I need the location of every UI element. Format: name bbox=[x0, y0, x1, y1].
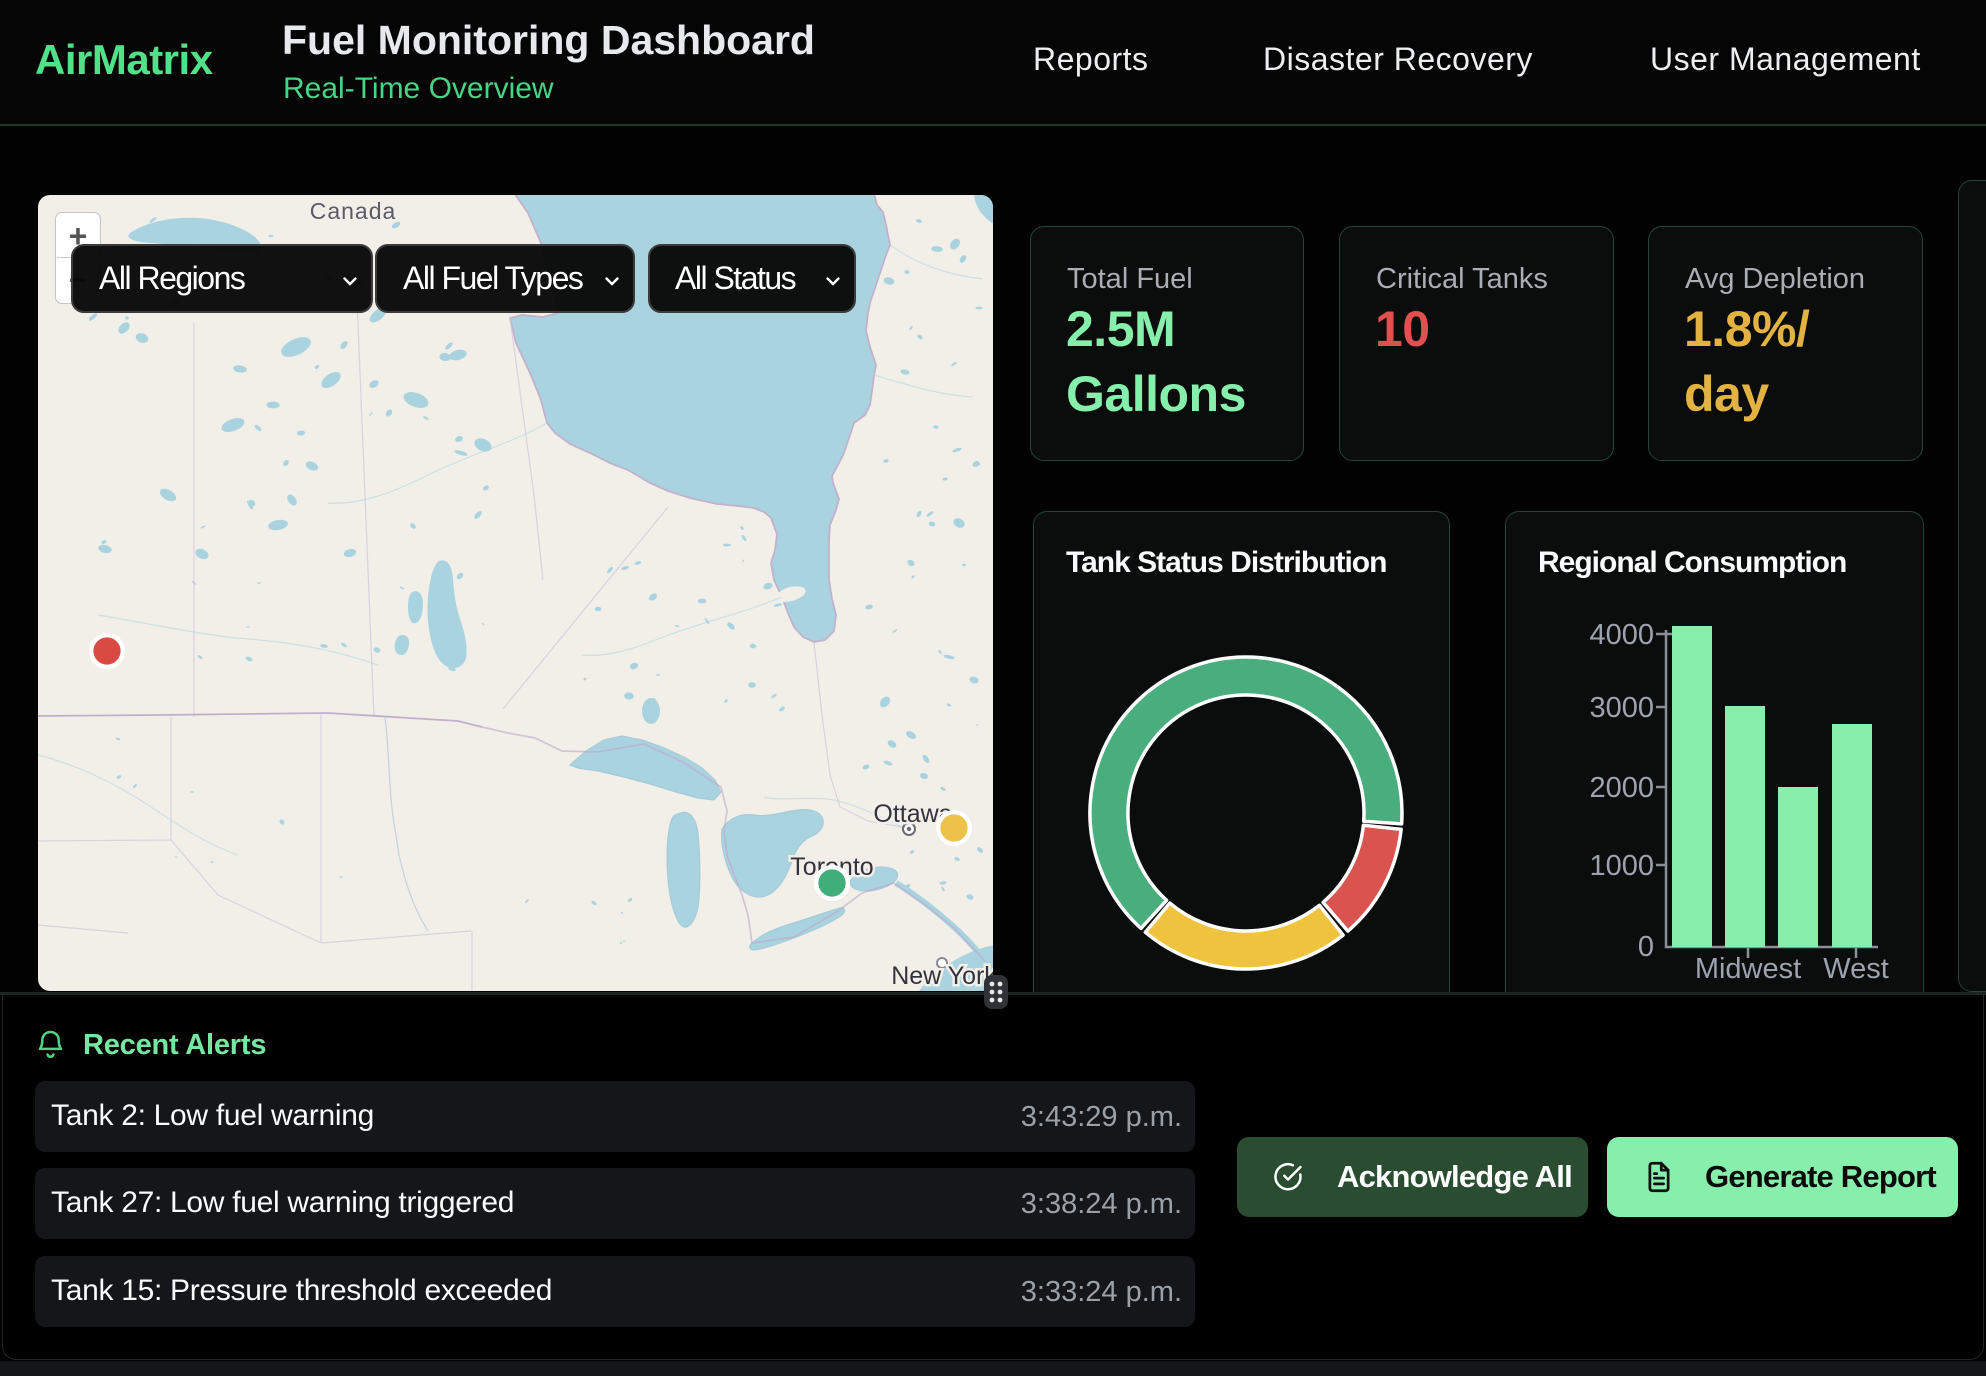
svg-text:3000: 3000 bbox=[1589, 692, 1654, 724]
svg-text:New York: New York bbox=[891, 962, 993, 990]
svg-text:2000: 2000 bbox=[1589, 772, 1654, 804]
svg-text:West: West bbox=[1823, 953, 1889, 985]
svg-text:4000: 4000 bbox=[1589, 619, 1654, 651]
svg-text:Canada: Canada bbox=[310, 198, 397, 224]
svg-text:0: 0 bbox=[1638, 931, 1654, 963]
svg-text:1000: 1000 bbox=[1589, 850, 1654, 882]
svg-text:Midwest: Midwest bbox=[1695, 953, 1801, 985]
